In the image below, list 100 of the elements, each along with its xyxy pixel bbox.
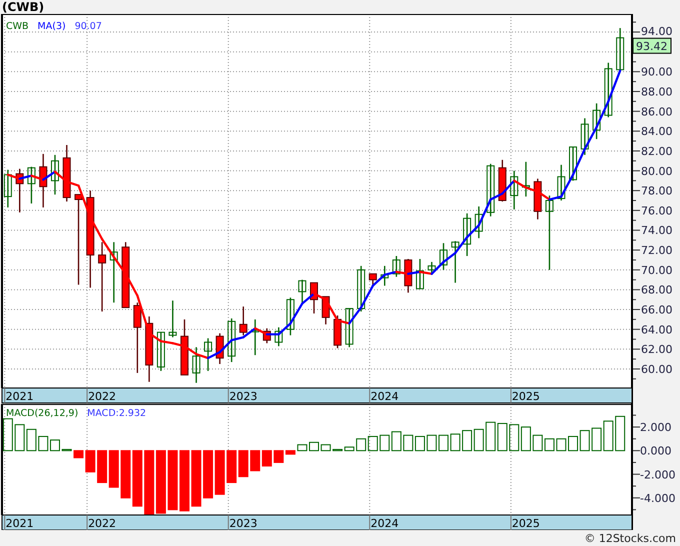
axis-label: 2.000 — [640, 421, 672, 434]
histogram-bar — [238, 450, 248, 478]
histogram-bar — [520, 426, 531, 452]
candlestick — [251, 319, 260, 356]
histogram-bar — [108, 450, 119, 488]
histogram-bar — [144, 450, 154, 515]
histogram-bar — [132, 450, 142, 507]
candlestick — [428, 262, 436, 274]
histogram-bar — [2, 418, 13, 452]
candlestick — [592, 103, 601, 140]
date-label: 2023 — [229, 517, 258, 530]
candlestick — [522, 162, 530, 197]
candlestick — [404, 258, 412, 293]
histogram-bar — [156, 450, 166, 514]
axis-label: 66.00 — [641, 304, 672, 317]
histogram-bar — [615, 416, 626, 452]
candlestick — [4, 170, 12, 208]
histogram-bar — [191, 450, 202, 507]
candlestick — [145, 316, 154, 382]
chart-title: (CWB) — [2, 0, 44, 14]
candlestick — [204, 338, 212, 371]
candlestick — [510, 170, 518, 210]
histogram-bar — [603, 420, 614, 452]
histogram-bar — [226, 450, 237, 484]
date-label: 2023 — [229, 390, 258, 403]
last-price-badge: 93.42 — [632, 38, 672, 54]
histogram-bar — [391, 431, 402, 452]
histogram-bar — [320, 444, 331, 452]
axis-label: 94.00 — [641, 25, 672, 38]
candlestick — [557, 164, 566, 200]
date-label: 2021 — [6, 517, 34, 530]
date-label: 2025 — [512, 390, 540, 403]
candlestick — [440, 243, 448, 270]
histogram-bar — [438, 434, 448, 452]
histogram-bar — [486, 422, 496, 452]
histogram-bar — [180, 450, 190, 512]
candlestick — [27, 166, 36, 204]
axis-label: 80.00 — [641, 164, 672, 178]
axis-label: 70.00 — [641, 264, 672, 277]
candlestick — [569, 146, 578, 181]
candlestick — [110, 242, 118, 303]
histogram-bar — [368, 436, 378, 452]
histogram-bar — [568, 436, 578, 452]
axis-label: 90.00 — [641, 66, 672, 79]
candlestick — [604, 62, 612, 118]
axis-label: -4.000 — [640, 492, 676, 505]
histogram-bar — [262, 450, 272, 466]
histogram-bar — [403, 434, 414, 452]
histogram-bar — [97, 450, 108, 484]
axis-label: 78.00 — [641, 184, 672, 198]
histogram-bar — [297, 444, 308, 452]
candlestick — [498, 160, 506, 202]
candlestick — [368, 273, 377, 286]
legend-label: MACD:2.932 — [87, 408, 146, 419]
candlestick — [451, 241, 460, 283]
axis-label: 0.000 — [640, 444, 672, 458]
histogram-bar — [309, 442, 319, 452]
candlestick — [192, 347, 200, 383]
candlestick — [322, 296, 330, 324]
copyright-text: © 12Stocks.com — [584, 532, 676, 544]
date-label: 2025 — [512, 517, 540, 530]
histogram-bar — [474, 428, 484, 452]
axis-label: 62.00 — [641, 343, 672, 356]
candlestick — [50, 154, 59, 195]
histogram-bar — [203, 450, 214, 498]
histogram-bar — [414, 436, 425, 452]
histogram-bar — [26, 428, 36, 452]
axis-label: 86.00 — [641, 105, 672, 118]
histogram-bar — [497, 422, 508, 452]
axis-label: 60.00 — [641, 362, 672, 376]
axis-label: -2.000 — [640, 468, 676, 482]
candlestick — [310, 282, 318, 314]
axis-label: 84.00 — [641, 125, 672, 138]
histogram-bar — [544, 438, 554, 452]
histogram-bar — [556, 438, 566, 452]
histogram-bar — [450, 434, 460, 452]
candlestick — [463, 213, 472, 256]
histogram-bar — [14, 424, 25, 452]
candlestick — [180, 319, 188, 376]
candlestick — [534, 178, 542, 220]
candlestick — [133, 302, 142, 373]
candlestick — [262, 328, 271, 344]
candlestick — [62, 145, 71, 202]
histogram-bar — [592, 428, 602, 452]
candlestick — [228, 318, 236, 362]
candlestick — [274, 327, 283, 346]
candlestick — [98, 242, 106, 312]
axis-label: 72.00 — [641, 244, 672, 258]
date-label: 2022 — [88, 517, 116, 530]
candlestick — [334, 315, 342, 348]
candlestick — [380, 266, 389, 286]
histogram-bar — [532, 434, 543, 452]
candlestick — [345, 308, 354, 348]
histogram-bar — [356, 438, 366, 452]
candlestick — [239, 306, 248, 336]
candlestick — [392, 256, 400, 277]
candlestick — [474, 206, 483, 238]
candlestick — [156, 332, 165, 371]
candlestick — [416, 258, 424, 290]
candlestick — [298, 280, 306, 303]
